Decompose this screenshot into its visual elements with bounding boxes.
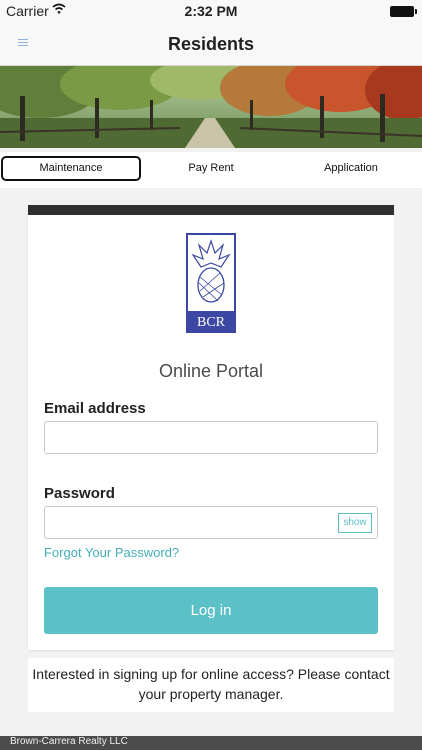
- password-field[interactable]: [44, 506, 378, 539]
- forgot-password-link[interactable]: Forgot Your Password?: [44, 545, 179, 560]
- clock-label: 2:32 PM: [184, 3, 238, 19]
- page-title: Residents: [167, 34, 255, 54]
- status-bar: Carrier 2:32 PM: [0, 0, 422, 22]
- password-label: Password: [44, 485, 115, 502]
- tab-bar: Maintenance Pay Rent Application: [0, 152, 422, 188]
- battery-icon: [390, 6, 417, 17]
- footer-bar: Brown-Carrera Realty LLC: [0, 736, 422, 750]
- tab-application[interactable]: Application: [281, 156, 421, 181]
- show-password-button[interactable]: show: [338, 513, 372, 533]
- tree-lined-road-banner: [0, 66, 422, 148]
- login-button[interactable]: Log in: [44, 587, 378, 634]
- logo-text: BCR: [197, 315, 226, 330]
- bcr-pineapple-logo: BCR: [186, 233, 236, 333]
- tab-maintenance[interactable]: Maintenance: [1, 156, 141, 181]
- footer-text: Brown-Carrera Realty LLC: [10, 736, 128, 747]
- tab-pay-rent[interactable]: Pay Rent: [141, 156, 281, 181]
- navigation-bar: Residents: [0, 22, 422, 66]
- signup-notice: Interested in signing up for online acce…: [28, 658, 394, 712]
- email-field[interactable]: [44, 421, 378, 454]
- email-label: Email address: [44, 400, 146, 417]
- login-card: BCR Online Portal Email address Password…: [28, 205, 394, 650]
- portal-title: Online Portal: [158, 361, 264, 381]
